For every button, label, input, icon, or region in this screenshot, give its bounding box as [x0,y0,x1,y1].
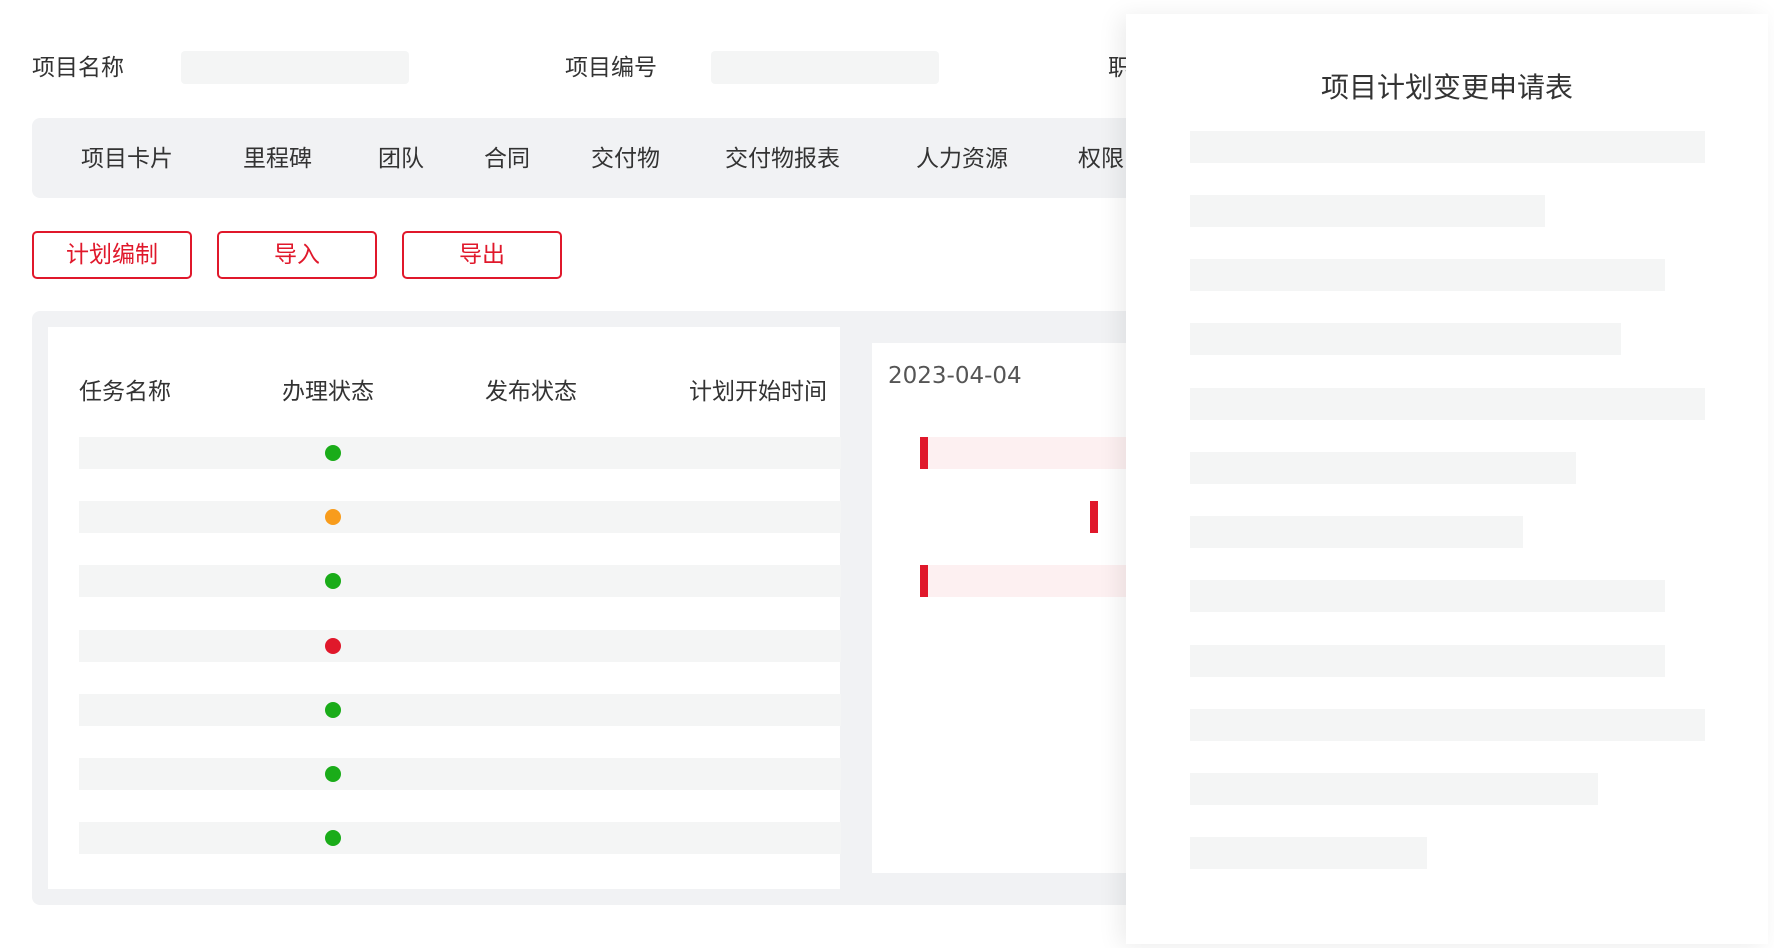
status-dot-icon [325,637,341,654]
form-line-placeholder [1190,645,1665,677]
form-line-placeholder [1190,516,1523,548]
tab-deliverables[interactable]: 交付物 [591,144,660,174]
gantt-date-header: 2023-04-04 [888,363,1022,389]
gantt-bar-start-marker [1090,501,1098,533]
form-line-placeholder [1190,323,1621,355]
plan-edit-button[interactable]: 计划编制 [32,231,192,279]
project-name-label: 项目名称 [32,55,124,81]
status-dot-icon [325,445,341,461]
column-header-plan-start-time[interactable]: 计划开始时间 [689,377,827,407]
task-table: 任务名称 办理状态 发布状态 计划开始时间 [48,327,841,889]
tab-contract[interactable]: 合同 [484,144,530,174]
table-row[interactable] [79,437,841,469]
form-line-placeholder [1190,709,1705,741]
import-button[interactable]: 导入 [217,231,377,279]
status-dot-icon [325,766,341,782]
export-button[interactable]: 导出 [402,231,562,279]
status-dot-icon [325,509,341,526]
table-row[interactable] [79,629,841,662]
status-dot-icon [325,830,341,847]
tab-team[interactable]: 团队 [378,144,424,174]
gantt-bar-start-marker [920,437,928,469]
column-header-handle-status[interactable]: 办理状态 [282,377,374,407]
status-dot-icon [325,573,341,590]
tab-milestone[interactable]: 里程碑 [243,144,312,174]
tab-project-card[interactable]: 项目卡片 [81,144,173,174]
tab-bar: 项目卡片 里程碑 团队 合同 交付物 交付物报表 人力资源 权限 [32,118,1292,198]
column-header-task-name[interactable]: 任务名称 [79,377,171,407]
tab-deliverable-report[interactable]: 交付物报表 [725,144,840,174]
table-row[interactable] [79,501,841,534]
table-row[interactable] [79,565,841,598]
project-number-input[interactable] [711,51,939,84]
project-name-input[interactable] [181,51,409,84]
form-line-placeholder [1190,773,1598,805]
column-header-publish-status[interactable]: 发布状态 [485,377,577,407]
table-row[interactable] [79,758,841,790]
plan-board: 任务名称 办理状态 发布状态 计划开始时间 2023-04-04 [32,311,1272,905]
card-title: 项目计划变更申请表 [1320,71,1573,104]
project-number-label: 项目编号 [565,55,657,81]
form-line-placeholder [1190,452,1576,484]
form-line-placeholder [1190,388,1705,420]
tab-human-resources[interactable]: 人力资源 [916,144,1008,174]
tab-permissions[interactable]: 权限 [1078,144,1124,174]
form-line-placeholder [1190,131,1705,163]
form-line-placeholder [1190,259,1665,291]
table-row[interactable] [79,693,841,726]
table-row[interactable] [79,822,841,855]
form-line-placeholder [1190,837,1427,869]
gantt-bar-start-marker [920,565,928,597]
form-line-placeholder [1190,195,1545,227]
form-line-placeholder [1190,580,1665,612]
status-dot-icon [325,701,341,718]
plan-change-request-card: 项目计划变更申请表 [1126,14,1768,944]
